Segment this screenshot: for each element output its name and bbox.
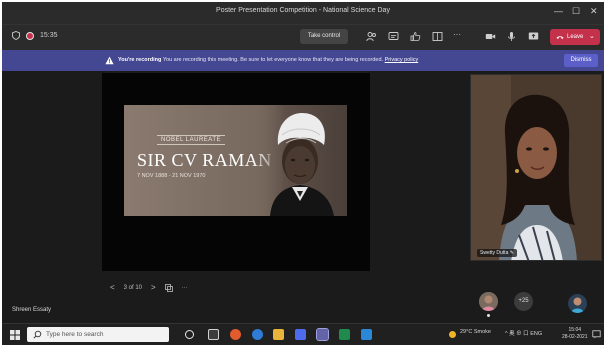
- teams-window: Poster Presentation Competition - Nation…: [2, 2, 604, 345]
- teams-icon[interactable]: [316, 328, 329, 341]
- store-icon[interactable]: [361, 329, 372, 340]
- attendee-avatar[interactable]: [479, 292, 498, 311]
- minimize-button[interactable]: —: [554, 6, 563, 16]
- cortana-icon[interactable]: [185, 330, 194, 339]
- participants-icon[interactable]: [366, 31, 377, 42]
- weather-text[interactable]: 29°C Smoke: [460, 329, 491, 335]
- dismiss-button[interactable]: Dismiss: [564, 54, 598, 67]
- leave-label: Leave: [567, 34, 584, 40]
- notifications-icon[interactable]: [592, 330, 601, 339]
- next-slide-button[interactable]: >: [151, 283, 156, 292]
- chevron-down-icon[interactable]: ⌄: [589, 29, 595, 45]
- system-tray-icons[interactable]: ^ 奥 ⊕ 口 ENG: [505, 329, 542, 337]
- microphone-icon[interactable]: [506, 31, 517, 42]
- self-avatar[interactable]: [568, 294, 587, 313]
- taskbar-search-input[interactable]: Type here to search: [27, 327, 169, 342]
- clock-time: 15:04: [568, 327, 582, 333]
- chat-icon[interactable]: [388, 31, 399, 42]
- slide-subtitle: NOBEL LAUREATE: [157, 135, 226, 145]
- more-actions-button[interactable]: ···: [453, 30, 461, 39]
- mail-icon[interactable]: [295, 329, 306, 340]
- recording-indicator-icon: [26, 31, 34, 40]
- recording-text: You are recording this meeting. Be sure …: [161, 57, 385, 63]
- close-button[interactable]: ✕: [590, 6, 598, 17]
- shield-icon: [12, 31, 20, 40]
- recording-banner: You're recording You are recording this …: [2, 50, 604, 71]
- windows-start-icon[interactable]: [10, 330, 20, 340]
- search-icon: [33, 330, 42, 339]
- task-view-icon[interactable]: [208, 329, 219, 340]
- clock-date: 28-02-2021: [562, 334, 588, 340]
- meeting-timer: 15:35: [40, 32, 58, 39]
- take-control-button[interactable]: Take control: [300, 29, 348, 44]
- windows-taskbar: Type here to search 29°C Smoke ^ 奥 ⊕ 口 E…: [2, 323, 604, 345]
- firefox-icon[interactable]: [230, 329, 241, 340]
- window-title: Poster Presentation Competition - Nation…: [216, 7, 390, 14]
- share-screen-icon[interactable]: [528, 31, 539, 42]
- grid-view-icon[interactable]: [164, 283, 173, 292]
- reactions-icon[interactable]: [410, 31, 421, 42]
- status-dot-icon: [487, 314, 490, 317]
- file-explorer-icon[interactable]: [273, 329, 284, 340]
- weather-icon[interactable]: [448, 330, 457, 339]
- muted-mic-icon: ✎: [509, 250, 514, 256]
- warning-icon: [105, 56, 114, 65]
- slide-more-button[interactable]: ···: [182, 285, 188, 291]
- participant-name-tag: Swetty Dutta ✎: [477, 249, 517, 257]
- rooms-icon[interactable]: [432, 31, 443, 42]
- taskbar-clock[interactable]: 15:04 28-02-2021: [562, 327, 588, 341]
- presentation-slide: NOBEL LAUREATE SIR CV RAMAN 7 NOV 1888 -…: [124, 105, 347, 216]
- slide-counter: 3 of 10: [123, 284, 143, 291]
- excel-icon[interactable]: [339, 329, 350, 340]
- more-participants-count[interactable]: +25: [514, 292, 533, 311]
- meeting-stage: NOBEL LAUREATE SIR CV RAMAN 7 NOV 1888 -…: [2, 71, 604, 323]
- privacy-policy-link[interactable]: Privacy policy: [385, 57, 419, 63]
- slide-dates: 7 NOV 1888 - 21 NOV 1970: [137, 173, 206, 179]
- shared-content: NOBEL LAUREATE SIR CV RAMAN 7 NOV 1888 -…: [102, 73, 370, 271]
- participant-video[interactable]: Swetty Dutta ✎: [470, 74, 602, 261]
- maximize-button[interactable]: ☐: [572, 6, 580, 17]
- recording-message: You're recording You are recording this …: [118, 57, 418, 63]
- recording-title: You're recording: [118, 57, 162, 63]
- presenter-name: Shreen Essaty: [12, 307, 52, 313]
- edge-icon[interactable]: [252, 329, 263, 340]
- participant-video-image: [471, 75, 601, 260]
- camera-icon[interactable]: [485, 31, 496, 42]
- slide-navigation: < 3 of 10 > ···: [110, 283, 188, 292]
- meeting-toolbar: 15:35 Take control ··· Leave ⌄: [2, 24, 604, 50]
- participant-name: Swetty Dutta: [480, 250, 509, 256]
- title-bar: Poster Presentation Competition - Nation…: [2, 2, 604, 24]
- portrait-image: [252, 105, 347, 216]
- previous-slide-button[interactable]: <: [110, 283, 115, 292]
- attendee-avatar-image: [479, 292, 498, 311]
- meeting-status: 15:35: [12, 31, 58, 40]
- phone-hangup-icon: [556, 36, 564, 39]
- self-avatar-image: [568, 294, 587, 313]
- leave-button[interactable]: Leave ⌄: [550, 29, 600, 45]
- search-placeholder: Type here to search: [46, 331, 104, 338]
